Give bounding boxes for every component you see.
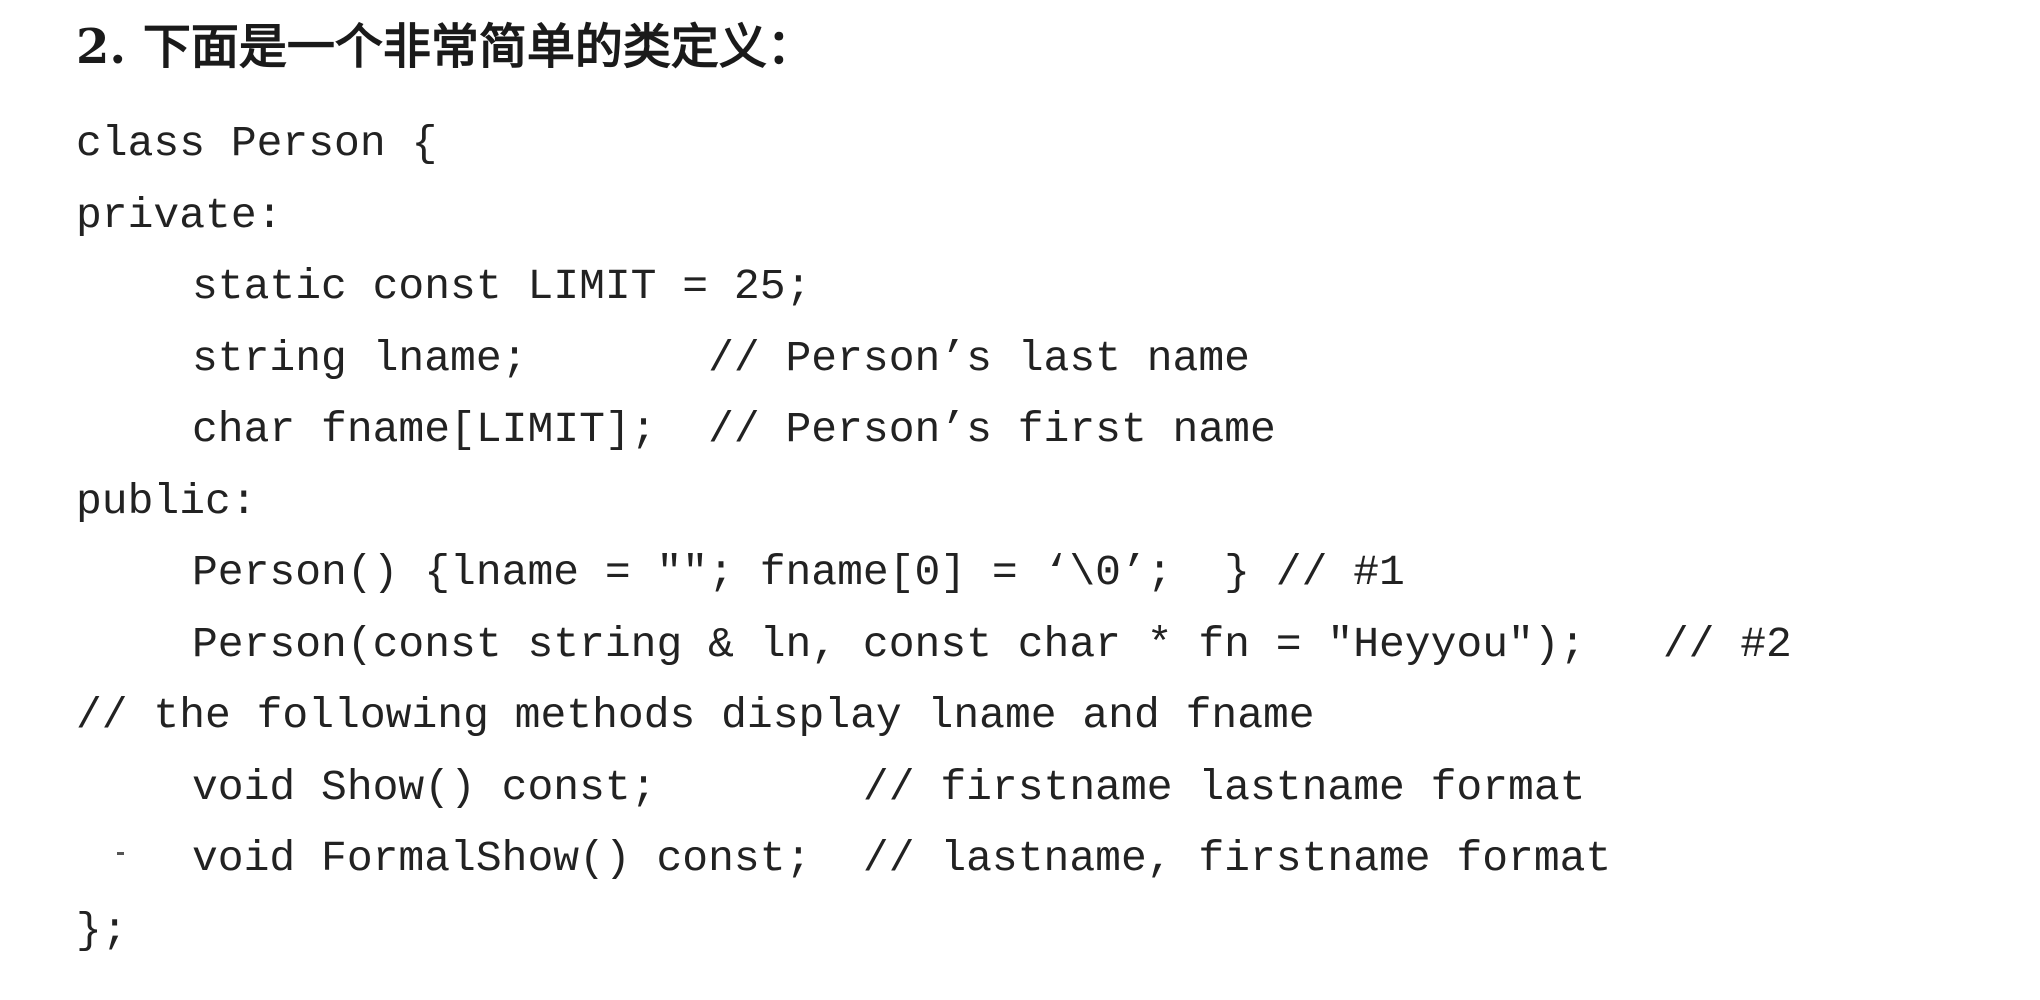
document-page: 2. 下面是一个非常简单的类定义： class Person { private… (0, 0, 2040, 1000)
code-line-default-constructor: Person() {lname = ""; fname[0] = ‘\0’; }… (192, 548, 1405, 597)
code-line-show-method: void Show() const; // firstname lastname… (192, 762, 1586, 812)
code-line-param-constructor: Person(const string & ln, const char * f… (192, 619, 1792, 669)
code-line-lname-member: string lname; // Person’s last name (192, 333, 1250, 383)
code-listing: class Person { private: static const LIM… (76, 108, 2026, 966)
code-line-public-label: public: (76, 476, 257, 526)
question-heading: 2. 下面是一个非常简单的类定义： (76, 19, 815, 75)
code-line-class-end: }; (76, 905, 128, 955)
code-line-private-label: private: (76, 190, 283, 240)
scan-speck (117, 852, 124, 855)
code-line-methods-comment: // the following methods display lname a… (76, 691, 1315, 740)
code-line-formalshow-method: void FormalShow() const; // lastname, fi… (192, 834, 1612, 883)
code-line-fname-member: char fname[LIMIT]; // Person’s first nam… (192, 405, 1276, 454)
code-line-limit-constant: static const LIMIT = 25; (192, 262, 812, 311)
code-line-class-declaration: class Person { (76, 119, 438, 168)
